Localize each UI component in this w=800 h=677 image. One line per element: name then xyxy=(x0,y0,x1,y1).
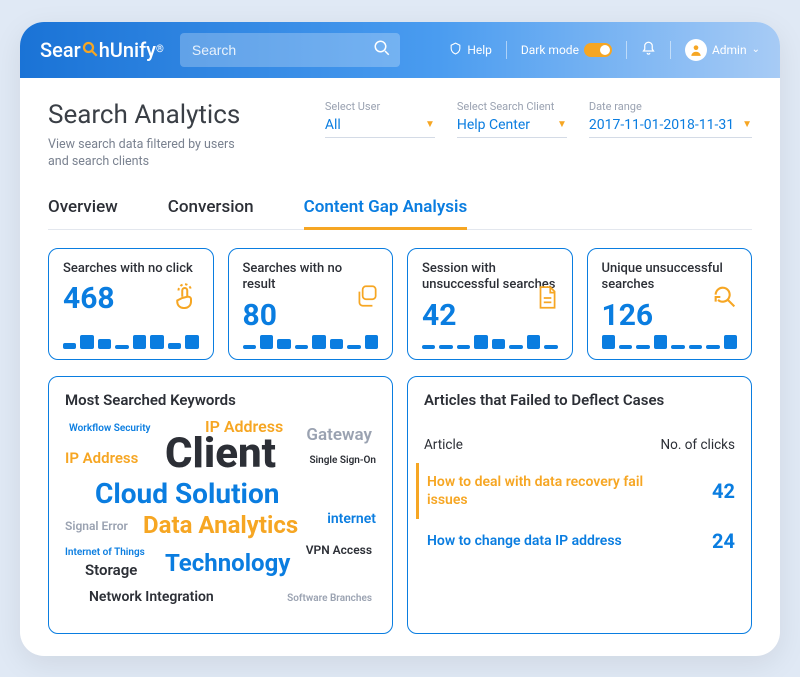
darkmode-toggle[interactable]: Dark mode xyxy=(521,43,612,57)
tap-icon xyxy=(171,283,201,317)
page-head: Search Analytics View search data filter… xyxy=(48,100,752,171)
article-title: How to change data IP address xyxy=(427,532,622,550)
keyword[interactable]: Software Branches xyxy=(287,593,372,604)
toggle-icon[interactable] xyxy=(584,43,612,57)
keyword[interactable]: Workflow Security xyxy=(69,423,151,434)
tabs: Overview Conversion Content Gap Analysis xyxy=(48,197,752,230)
stat-cards: Searches with no click 468 Searches with… xyxy=(48,248,752,360)
divider xyxy=(506,41,507,59)
tab-overview[interactable]: Overview xyxy=(48,197,118,229)
col-clicks: No. of clicks xyxy=(661,437,736,453)
help-label: Help xyxy=(467,43,492,57)
chevron-down-icon: ⌄ xyxy=(752,44,760,55)
admin-label: Admin xyxy=(712,43,747,57)
keyword[interactable]: Signal Error xyxy=(65,519,128,533)
keywords-title: Most Searched Keywords xyxy=(65,391,376,409)
panels-row: Most Searched Keywords Workflow Security… xyxy=(48,376,752,634)
page-body: Search Analytics View search data filter… xyxy=(20,78,780,656)
filter-bar: Select User All ▼ Select Search Client H… xyxy=(325,100,752,171)
darkmode-label: Dark mode xyxy=(521,43,579,57)
logo-trademark: ® xyxy=(156,44,164,55)
article-title: How to deal with data recovery fail issu… xyxy=(427,473,657,509)
divider xyxy=(670,41,671,59)
divider xyxy=(626,41,627,59)
filter-user-value: All xyxy=(325,117,341,133)
article-clicks: 42 xyxy=(712,479,735,503)
filter-date-select[interactable]: 2017-11-01-2018-11-31 ▼ xyxy=(589,117,752,138)
filter-date-value: 2017-11-01-2018-11-31 xyxy=(589,117,734,133)
keyword[interactable]: Client xyxy=(165,429,276,478)
title-block: Search Analytics View search data filter… xyxy=(48,100,248,171)
filter-date: Date range 2017-11-01-2018-11-31 ▼ xyxy=(589,100,752,171)
word-cloud: Workflow Security IP Address Gateway IP … xyxy=(65,419,376,619)
card-session-unsuccess[interactable]: Session with unsuccessful searches 42 xyxy=(407,248,573,360)
filter-client-select[interactable]: Help Center ▼ xyxy=(457,117,567,138)
col-article: Article xyxy=(424,437,463,453)
card-unique-unsuccess[interactable]: Unique unsuccessful searches 126 xyxy=(587,248,753,360)
search-refresh-icon xyxy=(711,283,739,315)
filter-client-label: Select Search Client xyxy=(457,100,567,113)
shield-icon xyxy=(449,42,462,58)
avatar-icon xyxy=(685,39,707,61)
copy-icon xyxy=(354,283,380,313)
keyword[interactable]: Single Sign-On xyxy=(309,455,376,466)
bell-icon[interactable] xyxy=(641,41,656,59)
app-window: Sear hUnify® Help Dark mode xyxy=(20,22,780,656)
articles-panel: Articles that Failed to Deflect Cases Ar… xyxy=(407,376,752,634)
caret-down-icon: ▼ xyxy=(425,119,435,130)
sparkline xyxy=(602,331,738,349)
sparkline xyxy=(63,331,199,349)
tab-content-gap[interactable]: Content Gap Analysis xyxy=(304,197,468,230)
caret-down-icon: ▼ xyxy=(557,119,567,130)
logo-magnifier-icon xyxy=(81,39,99,63)
keyword[interactable]: internet xyxy=(327,511,376,527)
help-button[interactable]: Help xyxy=(449,42,492,58)
keyword[interactable]: Gateway xyxy=(306,425,372,445)
card-no-click[interactable]: Searches with no click 468 xyxy=(48,248,214,360)
filter-date-label: Date range xyxy=(589,100,752,113)
search-icon[interactable] xyxy=(373,39,391,61)
keyword[interactable]: Internet of Things xyxy=(65,547,145,558)
page-subtitle: View search data filtered by users and s… xyxy=(48,136,248,171)
sparkline xyxy=(422,331,558,349)
keywords-panel: Most Searched Keywords Workflow Security… xyxy=(48,376,393,634)
keyword[interactable]: Storage xyxy=(85,561,137,579)
caret-down-icon: ▼ xyxy=(742,119,752,130)
article-row[interactable]: How to change data IP address 24 xyxy=(416,519,735,563)
document-icon xyxy=(534,283,560,317)
page-title: Search Analytics xyxy=(48,100,248,130)
filter-client-value: Help Center xyxy=(457,117,530,133)
logo: Sear hUnify® xyxy=(40,38,164,62)
article-clicks: 24 xyxy=(712,529,735,553)
keyword[interactable]: Data Analytics xyxy=(143,511,298,539)
logo-prefix: Sear xyxy=(40,38,81,62)
keyword[interactable]: VPN Access xyxy=(306,543,372,557)
articles-table-head: Article No. of clicks xyxy=(424,419,735,463)
article-row[interactable]: How to deal with data recovery fail issu… xyxy=(416,463,735,519)
keyword[interactable]: Cloud Solution xyxy=(95,477,279,510)
header-right: Help Dark mode Admin ⌄ xyxy=(449,39,760,61)
global-search[interactable] xyxy=(180,33,400,67)
top-header: Sear hUnify® Help Dark mode xyxy=(20,22,780,78)
filter-client: Select Search Client Help Center ▼ xyxy=(457,100,567,171)
filter-user: Select User All ▼ xyxy=(325,100,435,171)
search-input[interactable] xyxy=(192,42,373,58)
keyword[interactable]: IP Address xyxy=(65,449,138,467)
card-label: Searches with no click xyxy=(63,261,199,278)
admin-menu[interactable]: Admin ⌄ xyxy=(685,39,760,61)
filter-user-label: Select User xyxy=(325,100,435,113)
card-no-result[interactable]: Searches with no result 80 xyxy=(228,248,394,360)
articles-title: Articles that Failed to Deflect Cases xyxy=(424,391,735,409)
filter-user-select[interactable]: All ▼ xyxy=(325,117,435,138)
keyword[interactable]: Technology xyxy=(165,549,290,577)
sparkline xyxy=(243,331,379,349)
tab-conversion[interactable]: Conversion xyxy=(168,197,254,229)
logo-suffix: hUnify xyxy=(99,38,156,62)
keyword[interactable]: Network Integration xyxy=(89,589,214,605)
